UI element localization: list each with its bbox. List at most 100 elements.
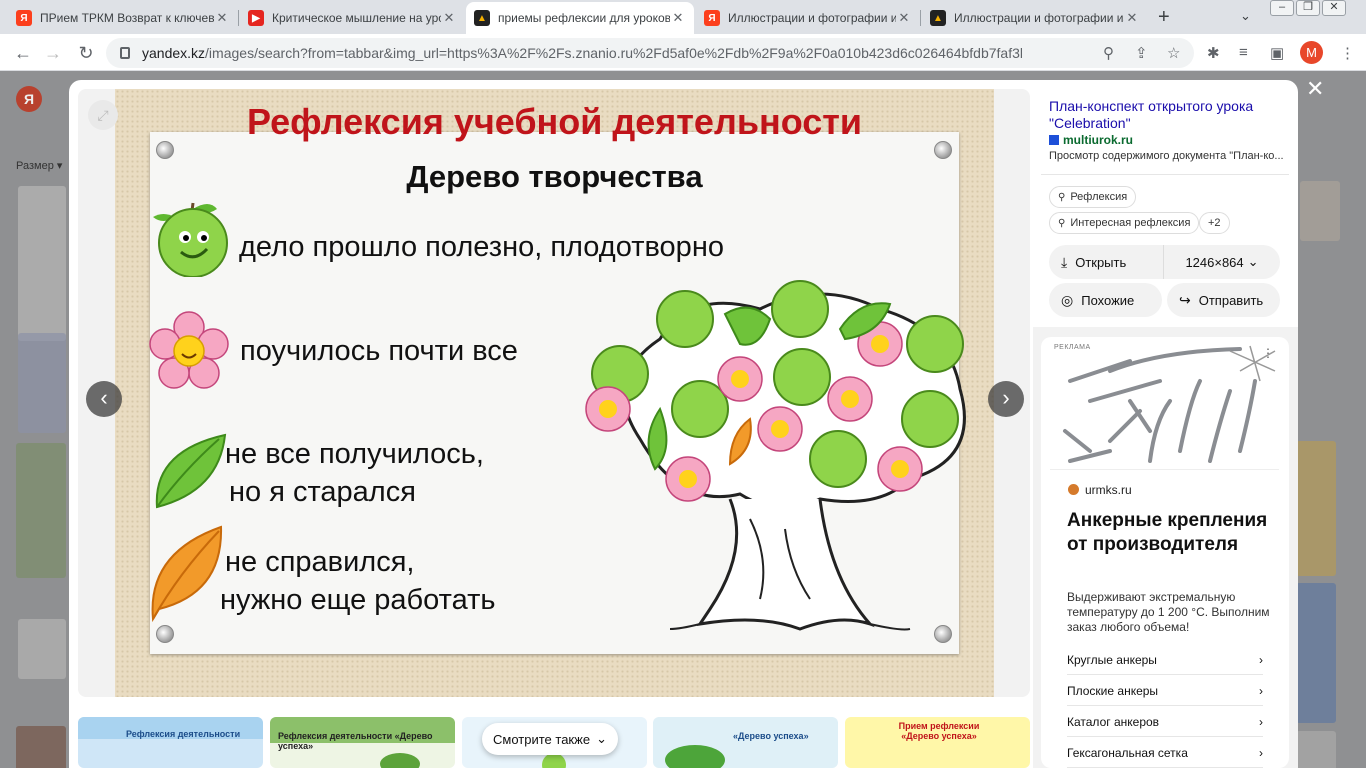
source-title-link[interactable]: План-конспект открытого урока "Celebrati… xyxy=(1049,98,1281,132)
site-favicon-icon xyxy=(1049,135,1059,145)
chip-more[interactable]: +2 xyxy=(1199,212,1230,234)
chevron-right-icon: › xyxy=(1259,683,1263,698)
chevron-down-icon: ⌄ xyxy=(1247,254,1259,269)
open-action-group: ⤓ Открыть 1246×864 ⌄ xyxy=(1049,245,1280,279)
thumb-caption: Рефлексия деятельности xyxy=(126,729,241,739)
next-image-button[interactable]: › xyxy=(988,381,1024,417)
legend-line-3b: но я старался xyxy=(229,476,416,508)
thumb-caption: Прием рефлексии «Дерево успеха» xyxy=(898,721,980,741)
download-icon: ⤓ xyxy=(1061,253,1068,270)
similar-thumb-5[interactable]: Прием рефлексии «Дерево успеха» xyxy=(845,717,1030,768)
restore-button[interactable]: ❐ xyxy=(1296,0,1320,16)
similar-thumb-1[interactable]: Рефлексия деятельности xyxy=(78,717,263,768)
share-arrow-icon: ↪ xyxy=(1179,291,1191,308)
ad-link-hex-mesh[interactable]: Гексагональная сетка › xyxy=(1067,738,1263,768)
see-also-button[interactable]: Смотрите также ⌄ xyxy=(482,723,618,755)
tab-1[interactable]: Я ПРием ТРКМ Возврат к ключевы ✕ xyxy=(8,2,238,34)
profile-avatar[interactable]: M xyxy=(1300,41,1323,64)
ad-image[interactable] xyxy=(1050,341,1279,470)
zoom-search-icon[interactable]: ⚲ xyxy=(1103,44,1114,62)
similar-thumb-2[interactable]: Рефлексия деятельности «Дерево успеха» xyxy=(270,717,455,768)
tab-bar: Я ПРием ТРКМ Возврат к ключевы ✕ ▶ Крити… xyxy=(0,0,1366,34)
legend-line-1: дело прошло полезно, плодотворно xyxy=(239,231,724,263)
tab-title: Критическое мышление на урок xyxy=(272,11,441,25)
video-icon: ▶ xyxy=(248,10,264,26)
url-text: yandex.kz/images/search?from=tabbar&img_… xyxy=(142,45,1022,61)
tab-2[interactable]: ▶ Критическое мышление на урок ✕ xyxy=(240,2,465,34)
close-tab-icon[interactable]: ✕ xyxy=(670,10,686,26)
similar-button[interactable]: ◎ Похожие xyxy=(1049,283,1162,317)
yandex-logo[interactable]: Я xyxy=(16,86,42,112)
ad-site-favicon-icon xyxy=(1068,484,1079,495)
main-image[interactable]: Рефлексия учебной деятельности Дерево тв… xyxy=(115,89,994,697)
close-tab-icon[interactable]: ✕ xyxy=(214,10,230,26)
close-tab-icon[interactable]: ✕ xyxy=(896,10,912,26)
similar-thumb-4[interactable]: «Дерево успеха» xyxy=(653,717,838,768)
chevron-right-icon: › xyxy=(1259,652,1263,667)
extensions-icon[interactable]: ✱ xyxy=(1207,44,1220,62)
close-tab-icon[interactable]: ✕ xyxy=(1124,10,1140,26)
menu-dots-icon[interactable]: ⋮ xyxy=(1340,44,1355,62)
close-tab-icon[interactable]: ✕ xyxy=(441,10,457,26)
ad-text: Выдерживают экстремальную температуру до… xyxy=(1067,590,1270,634)
legend-line-4b: нужно еще работать xyxy=(220,584,496,616)
tab-title: ПРием ТРКМ Возврат к ключевы xyxy=(40,11,214,25)
chip-interesting-reflection[interactable]: ⚲ Интересная рефлексия xyxy=(1049,212,1200,234)
image-subtitle: Дерево творчества xyxy=(406,159,703,194)
chip-reflection[interactable]: ⚲ Рефлексия xyxy=(1049,186,1137,208)
close-window-button[interactable]: ✕ xyxy=(1322,0,1346,16)
reload-icon[interactable]: ↻ xyxy=(73,40,99,66)
share-button[interactable]: ↪ Отправить xyxy=(1167,283,1280,317)
tab-3-active[interactable]: ▲ приемы рефлексии для уроков с ✕ xyxy=(466,2,694,34)
ad-link-flat-anchors[interactable]: Плоские анкеры › xyxy=(1067,676,1263,706)
bookmark-star-icon[interactable]: ☆ xyxy=(1167,44,1180,62)
close-viewer-icon[interactable]: ✕ xyxy=(1306,76,1324,102)
anchors-illustration xyxy=(1063,345,1276,463)
tab-search-icon[interactable]: ⌄ xyxy=(1240,8,1251,24)
ad-link-round-anchors[interactable]: Круглые анкеры › xyxy=(1067,645,1263,675)
chevron-down-icon: ⌄ xyxy=(596,731,607,746)
size-filter[interactable]: Размер ▾ xyxy=(16,159,62,172)
media-icon[interactable]: ≡ xyxy=(1239,44,1248,61)
size-dropdown[interactable]: 1246×864 ⌄ xyxy=(1164,245,1280,279)
legend-line-4a: не справился, xyxy=(225,546,415,578)
forward-arrow-icon[interactable]: → xyxy=(40,40,66,66)
new-tab-button[interactable]: + xyxy=(1158,6,1170,29)
image-icon: ▲ xyxy=(930,10,946,26)
tab-5[interactable]: ▲ Иллюстрации и фотографии из ✕ xyxy=(922,2,1148,34)
legend-line-3a: не все получилось, xyxy=(225,438,484,470)
tab-title: приемы рефлексии для уроков с xyxy=(498,11,670,25)
apple-icon xyxy=(153,202,228,277)
back-arrow-icon[interactable]: ← xyxy=(10,40,36,66)
ad-link-catalog[interactable]: Каталог анкеров › xyxy=(1067,707,1263,737)
image-title: Рефлексия учебной деятельности xyxy=(246,101,862,142)
tab-4[interactable]: Я Иллюстрации и фотографии из ✕ xyxy=(696,2,920,34)
ad-label: РЕКЛАМА xyxy=(1054,344,1091,351)
tree-illustration xyxy=(585,280,966,631)
legend-line-2: поучилось почти все xyxy=(240,335,518,367)
camera-search-icon: ◎ xyxy=(1061,291,1074,308)
yandex-icon: Я xyxy=(16,10,32,26)
green-leaf-icon xyxy=(155,433,227,509)
sidepanel-icon[interactable]: ▣ xyxy=(1270,44,1284,62)
ad-site[interactable]: urmks.ru xyxy=(1085,483,1132,497)
chevron-right-icon: › xyxy=(1259,714,1263,729)
yandex-icon: Я xyxy=(704,10,720,26)
open-button[interactable]: ⤓ Открыть xyxy=(1049,245,1164,279)
tab-title: Иллюстрации и фотографии из xyxy=(954,11,1124,25)
lock-icon xyxy=(120,47,130,59)
expand-icon[interactable]: ⤢ xyxy=(88,100,118,130)
image-icon: ▲ xyxy=(474,10,490,26)
ad-headline[interactable]: Анкерные крепления от производителя xyxy=(1067,509,1277,557)
prev-image-button[interactable]: ‹ xyxy=(86,381,122,417)
search-icon: ⚲ xyxy=(1058,217,1066,229)
ad-menu-dots-icon[interactable]: ⋮ xyxy=(1262,346,1274,360)
source-site-link[interactable]: multiurok.ru xyxy=(1049,133,1133,147)
browser-toolbar: ← → ↻ yandex.kz/images/search?from=tabba… xyxy=(0,34,1366,71)
flower-icon xyxy=(149,311,229,389)
minimize-button[interactable]: – xyxy=(1270,0,1294,16)
thumb-caption: Рефлексия деятельности «Дерево успеха» xyxy=(278,731,433,751)
share-icon[interactable]: ⇪ xyxy=(1135,44,1148,62)
address-bar[interactable]: yandex.kz/images/search?from=tabbar&img_… xyxy=(106,38,1194,68)
thumb-caption: «Дерево успеха» xyxy=(733,731,809,741)
